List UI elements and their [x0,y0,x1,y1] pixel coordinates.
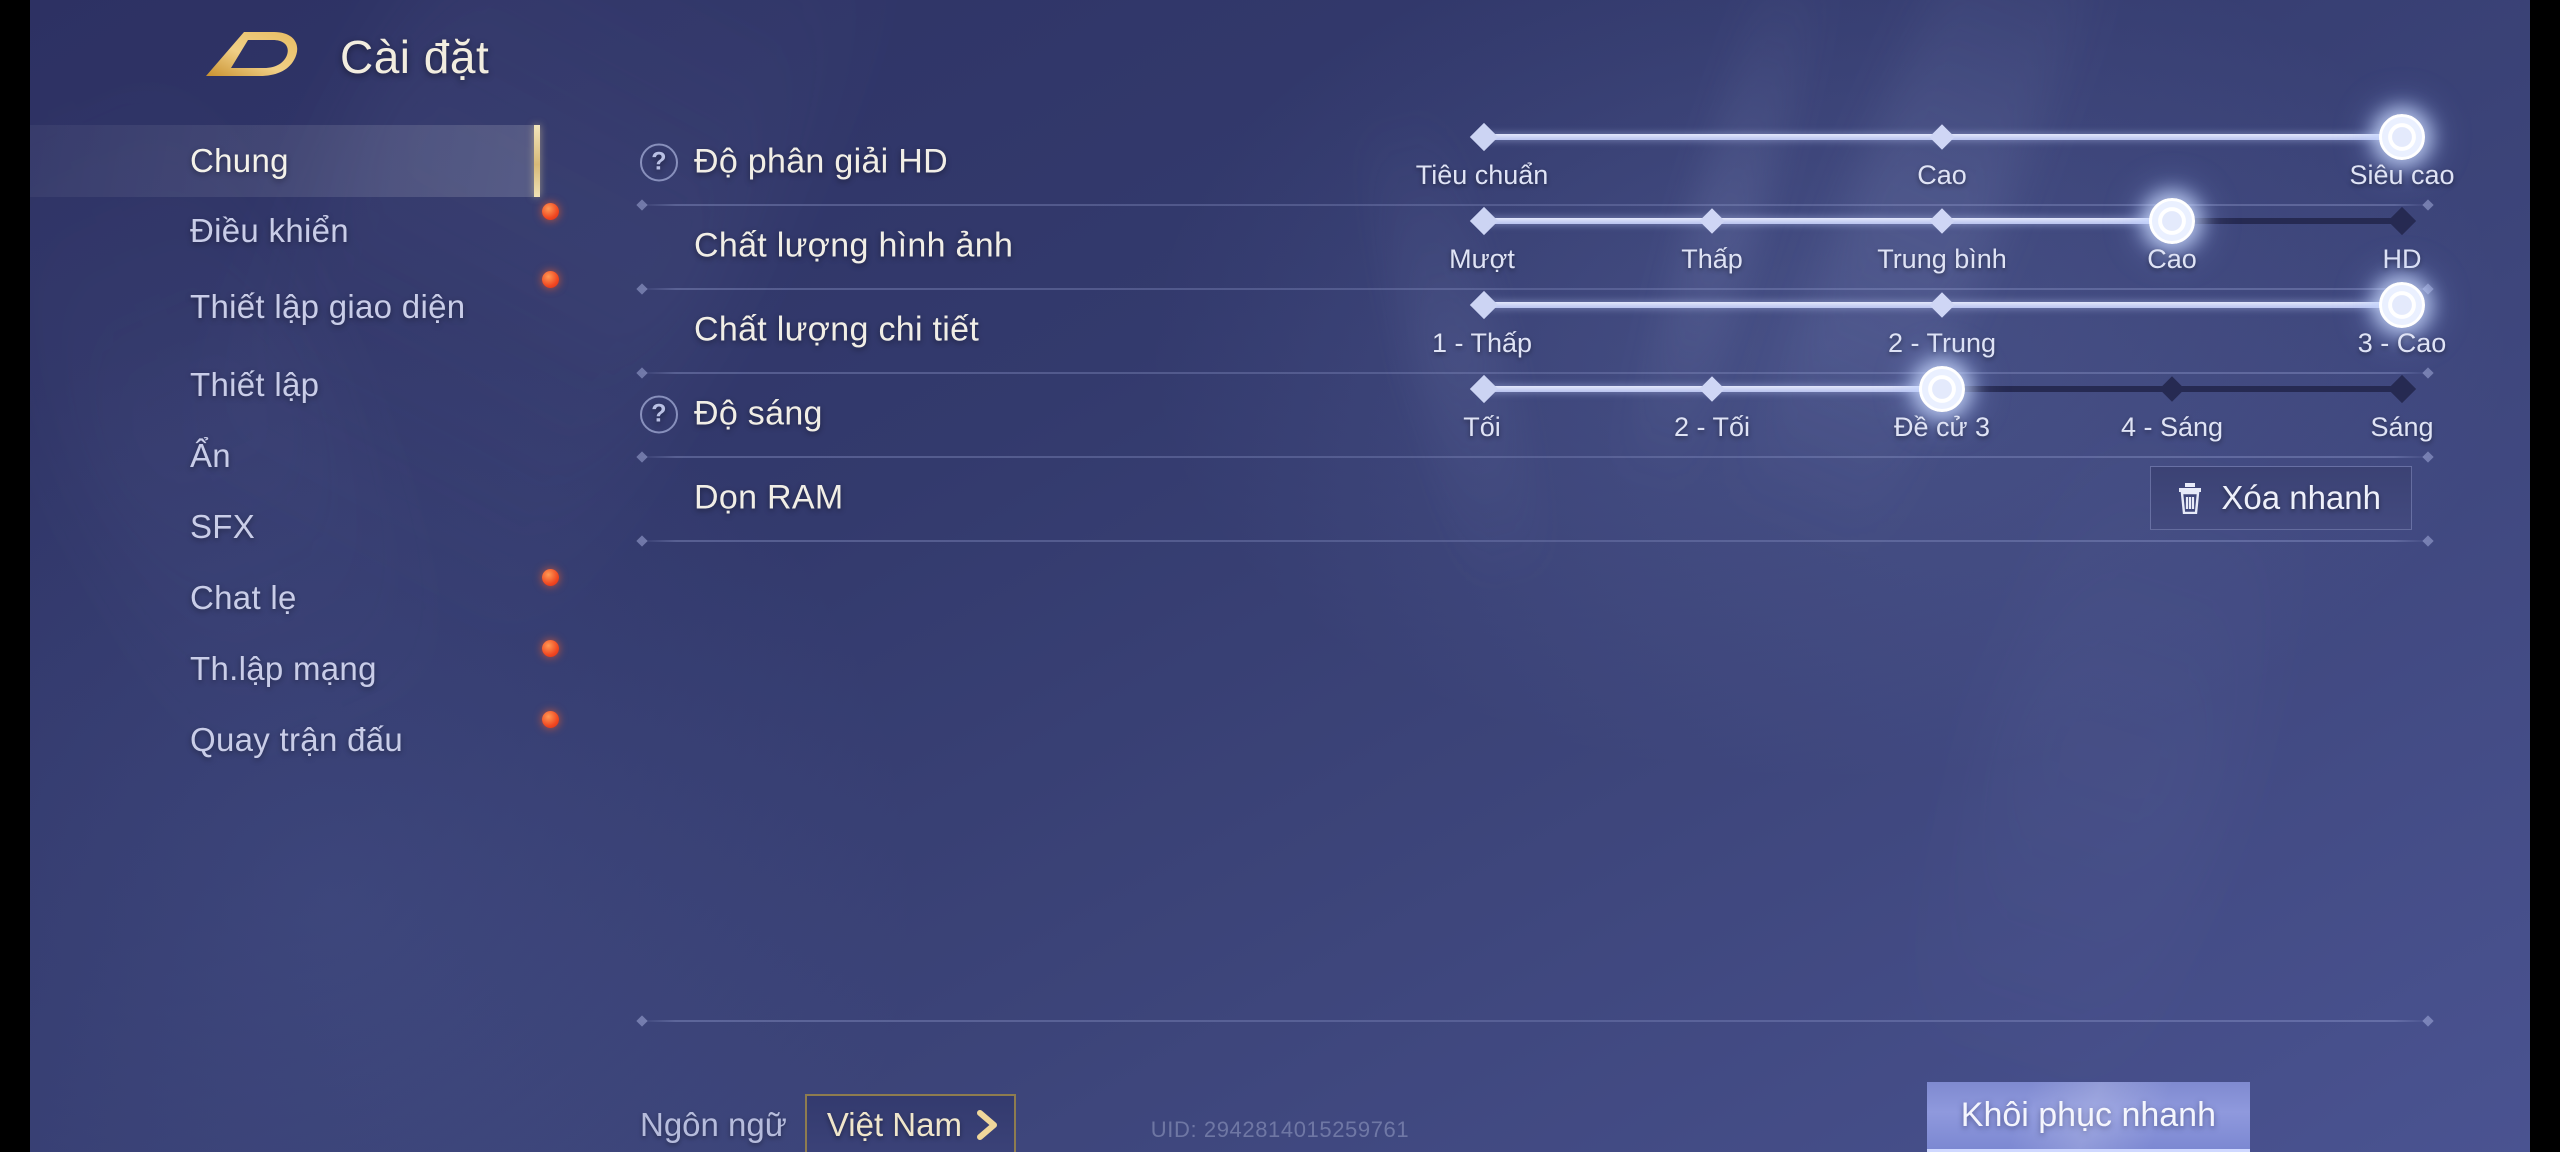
uid-text: UID: 2942814015259761 [1150,1117,1410,1142]
setting-label: Chất lượng chi tiết [694,310,980,349]
setting-label-wrap: Chất lượng hình ảnh [640,227,1013,266]
slider-tick-label: Tiêu chuẩn [1415,160,1549,190]
help-icon[interactable]: ? [640,143,678,181]
slider-tick-label: Cao [2147,244,2197,274]
setting-row-4: ? Độ sáng Tối 2 - Tối Đề cử 3 4 - Sáng Sáng [640,366,2434,456]
slider-tick-label: Mượt [1449,244,1515,274]
setting-label: Dọn RAM [694,478,844,517]
slider-tick-label: Đề cử 3 [1893,412,1991,442]
slider-thumb[interactable] [1919,366,1965,412]
slider-tick-label: Thấp [1681,244,1743,274]
sidebar-item-label: Chung [190,141,289,179]
slider-tick-labels: Mượt Thấp Trung bình Cao HD [1449,244,2421,284]
setting-row-5: Dọn RAM Xóa nhanh [640,456,2430,540]
setting-row-1: ? Độ phân giải HD Tiêu chuẩn Cao Siêu cao [640,114,2455,204]
sidebar-item-4[interactable]: Thiết lập [30,350,540,421]
sidebar-item-8[interactable]: Th.lập mạng [30,634,540,705]
settings-content: ? Độ phân giải HD Tiêu chuẩn Cao Siêu cao Chấ… [570,114,2530,1152]
setting-label-wrap: Chất lượng chi tiết [640,311,979,350]
sidebar: Chung Điều khiển Thiết lập giao diện Thiết … [30,125,559,1152]
settings-panel: Cài đặt Chung Điều khiển Thiết lập giao di… [30,0,2530,1152]
notification-dot [542,203,559,220]
setting-row-3: Chất lượng chi tiết 1 - Thấp 2 - Trung 3 - … [640,282,2446,372]
slider-tick-label: Tối [1463,412,1501,442]
app-screen: Cài đặt Chung Điều khiển Thiết lập giao di… [0,0,2560,1152]
slider-tick [1699,376,1725,402]
sidebar-item-5[interactable]: Ẩn [30,421,540,492]
clear-ram-button-label: Xóa nhanh [2221,479,2381,516]
slider-tick [2159,376,2185,402]
trash-icon [2177,482,2203,515]
slider-track[interactable] [1469,198,2417,244]
page-title: Cài đặt [340,31,490,83]
slider-tick [1929,208,1955,234]
slider-tick-label: 4 - Sáng [2120,412,2224,442]
setting-label: Chất lượng hình ảnh [694,226,1014,265]
slider-track-active [1482,218,2172,224]
help-icon[interactable]: ? [640,395,678,433]
setting-label: Độ phân giải HD [694,142,948,181]
slider-tick-labels: Tiêu chuẩn Cao Siêu cao [1416,160,2455,200]
sidebar-item-label: Ẩn [190,437,231,475]
setting-label: Độ sáng [694,394,823,433]
sidebar-item-3[interactable]: Thiết lập giao diện [30,265,540,350]
slider-tick-label: 2 - Trung [1887,328,1997,358]
sidebar-item-1[interactable]: Chung [30,125,540,197]
slider-cap-left [1469,206,1499,236]
slider-tick-label: HD [2382,244,2422,274]
slider-tick-labels: Tối 2 - Tối Đề cử 3 4 - Sáng Sáng [1463,412,2433,452]
slider-tick-label: Trung bình [1877,244,2007,274]
notification-dot [542,640,559,657]
slider-4[interactable]: Tối 2 - Tối Đề cử 3 4 - Sáng Sáng [1463,364,2434,464]
slider-tick-label: Siêu cao [2349,160,2455,190]
slider-tick-label: Cao [1917,160,1967,190]
slider-track[interactable] [1469,282,2425,328]
sidebar-item-label: Thiết lập giao diện [190,288,466,326]
notification-dot [542,711,559,728]
sidebar-item-label: Quay trận đấu [190,721,404,759]
clear-ram-button[interactable]: Xóa nhanh [2150,466,2412,530]
slider-thumb[interactable] [2149,198,2195,244]
row-divider [640,540,2430,542]
slider-tick-label: 1 - Thấp [1431,328,1533,358]
slider-cap-right [2387,206,2417,236]
slider-tick [1929,292,1955,318]
slider-cap-left [1469,122,1499,152]
notification-dot [542,569,559,586]
slider-tick [1699,208,1725,234]
slider-cap-left [1469,290,1499,320]
sidebar-item-6[interactable]: SFX [30,492,540,563]
setting-label-wrap: ? Độ sáng [640,395,823,434]
slider-track[interactable] [1469,114,2425,160]
sidebar-item-7[interactable]: Chat lẹ [30,563,540,634]
slider-tick-label: Sáng [2370,412,2434,442]
footer-divider [640,1020,2430,1022]
sidebar-item-label: Thiết lập [190,366,320,404]
sidebar-item-2[interactable]: Điều khiển [30,197,540,265]
sidebar-item-9[interactable]: Quay trận đấu [30,705,540,776]
slider-tick [1929,124,1955,150]
slider-track[interactable] [1469,366,2417,412]
slider-tick-labels: 1 - Thấp 2 - Trung 3 - Cao [1432,328,2446,368]
letterbox-right [2530,0,2560,1152]
setting-row-2: Chất lượng hình ảnh Mượt Thấp Trung bình Cao… [640,198,2430,288]
sidebar-item-label: Điều khiển [190,211,349,249]
slider-tick-label: 2 - Tối [1673,412,1751,442]
slider-cap-left [1469,374,1499,404]
setting-label-wrap: ? Độ phân giải HD [640,143,948,182]
letterbox-left [0,0,30,1152]
notification-dot [542,271,559,288]
slider-cap-right [2387,374,2417,404]
sidebar-item-label: SFX [190,508,256,546]
sidebar-item-label: Th.lập mạng [190,650,377,688]
slider-thumb[interactable] [2379,282,2425,328]
slider-thumb[interactable] [2379,114,2425,160]
setting-label-wrap: Dọn RAM [640,479,843,518]
header: Cài đặt [30,0,2530,130]
slider-tick-label: 3 - Cao [2357,328,2447,358]
game-logo-icon [198,26,308,84]
sidebar-item-label: Chat lẹ [190,579,297,617]
